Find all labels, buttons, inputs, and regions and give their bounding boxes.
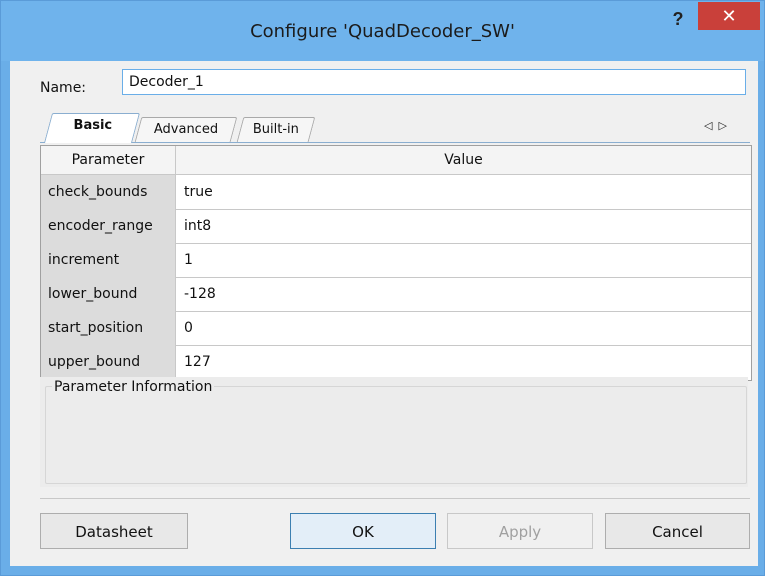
name-input[interactable] (122, 69, 746, 95)
parameter-info-title: Parameter Information (52, 379, 215, 395)
table-row[interactable]: start_position 0 (41, 311, 751, 346)
apply-button[interactable]: Apply (447, 513, 593, 549)
parameter-value[interactable]: int8 (176, 209, 751, 243)
table-row[interactable]: upper_bound 127 (41, 345, 751, 379)
value-column-header[interactable]: Value (176, 146, 751, 174)
tab-built-in[interactable]: Built-in (236, 117, 316, 142)
table-row[interactable]: lower_bound -128 (41, 277, 751, 312)
tab-basic-label: Basic (73, 118, 112, 133)
parameter-info-frame (45, 386, 747, 484)
table-row[interactable]: increment 1 (41, 243, 751, 278)
tab-scroll-right-icon[interactable]: ▷ (718, 120, 732, 132)
parameter-name: check_bounds (41, 175, 176, 209)
parameter-name: start_position (41, 311, 176, 345)
tab-strip: Basic Advanced Built-in (40, 113, 750, 143)
parameter-name: upper_bound (41, 345, 176, 379)
cancel-button[interactable]: Cancel (605, 513, 750, 549)
tab-advanced[interactable]: Advanced (134, 117, 238, 142)
tab-built-in-label: Built-in (252, 122, 299, 137)
table-row[interactable]: encoder_range int8 (41, 209, 751, 244)
help-button[interactable]: ? (663, 7, 693, 31)
title-bar[interactable]: Configure 'QuadDecoder_SW' ? ✕ (1, 1, 764, 61)
dialog-body: Name: Basic Advanced Built-in ◁▷ Paramet… (10, 61, 758, 566)
dialog-title: Configure 'QuadDecoder_SW' (250, 21, 515, 42)
parameter-info-panel: Parameter Information (40, 377, 748, 487)
tab-advanced-label: Advanced (153, 122, 218, 137)
name-label: Name: (40, 80, 87, 96)
divider (40, 498, 750, 499)
tab-scroll-left-icon[interactable]: ◁ (704, 120, 718, 132)
parameter-value[interactable]: -128 (176, 277, 751, 311)
parameter-value[interactable]: 1 (176, 243, 751, 277)
tab-underline (40, 142, 750, 143)
parameter-column-header[interactable]: Parameter (41, 146, 176, 174)
parameter-name: lower_bound (41, 277, 176, 311)
ok-button[interactable]: OK (290, 513, 436, 549)
datasheet-button[interactable]: Datasheet (40, 513, 188, 549)
parameter-value[interactable]: 0 (176, 311, 751, 345)
configure-dialog: Configure 'QuadDecoder_SW' ? ✕ Name: Bas… (0, 0, 765, 576)
grid-header: Parameter Value (41, 146, 751, 175)
table-row[interactable]: check_bounds true (41, 175, 751, 210)
parameter-name: encoder_range (41, 209, 176, 243)
parameter-value[interactable]: true (176, 175, 751, 209)
close-button[interactable]: ✕ (698, 2, 760, 30)
parameter-name: increment (41, 243, 176, 277)
parameter-grid: Parameter Value check_bounds true encode… (40, 145, 752, 381)
tab-scroll-arrows: ◁▷ (704, 119, 733, 132)
close-icon: ✕ (721, 6, 737, 26)
tab-basic[interactable]: Basic (43, 113, 141, 143)
parameter-value[interactable]: 127 (176, 345, 751, 379)
